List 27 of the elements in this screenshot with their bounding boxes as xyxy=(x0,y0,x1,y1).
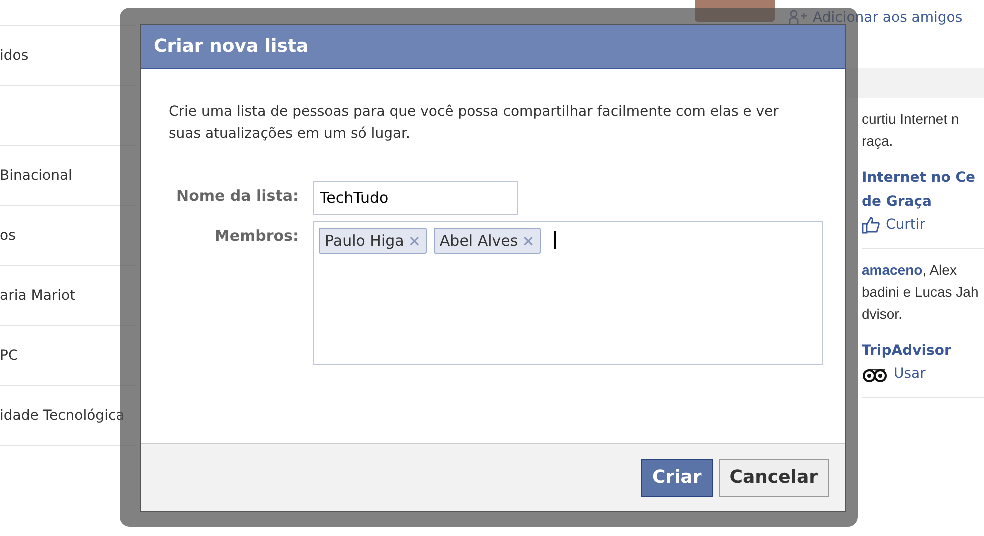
member-token[interactable]: Abel Alves × xyxy=(434,228,541,254)
list-item[interactable]: os xyxy=(0,228,16,244)
page-title-link[interactable]: TripAdvisor xyxy=(862,341,952,361)
thumbs-up-icon xyxy=(862,216,880,234)
feed-text: badini e Lucas Jah xyxy=(862,283,979,301)
action-link[interactable]: Curtir xyxy=(862,216,926,234)
list-item[interactable]: idos xyxy=(0,48,29,64)
feed-text: raça. xyxy=(862,132,894,150)
create-button[interactable]: Criar xyxy=(641,458,713,496)
feed-text: curtiu Internet n xyxy=(862,110,960,128)
page-title-link[interactable]: de Graça xyxy=(862,192,932,212)
list-name-field[interactable]: TechTudo xyxy=(313,181,518,215)
field-label: Membros: xyxy=(214,226,299,247)
page-title-link[interactable]: Internet no Ce xyxy=(862,168,976,188)
members-field[interactable]: Paulo Higa × Abel Alves × xyxy=(313,221,823,365)
cancel-button[interactable]: Cancelar xyxy=(718,458,829,496)
dialog-title: Criar nova lista xyxy=(154,36,309,57)
member-token[interactable]: Paulo Higa × xyxy=(319,228,427,254)
list-item[interactable]: aria Mariot xyxy=(0,288,76,304)
list-item[interactable]: Binacional xyxy=(0,168,72,184)
dialog-description: Crie uma lista de pessoas para que você possa compartilhar facilmente com elas e ver suas atualizações em um só lugar. xyxy=(169,103,780,144)
list-item[interactable]: PC xyxy=(0,348,18,364)
field-label: Nome da lista: xyxy=(176,186,299,207)
action-link[interactable]: Usar xyxy=(862,365,926,383)
feed-text: dvisor. xyxy=(862,305,902,323)
feed-text: amaceno, Alex xyxy=(862,261,957,279)
text-cursor xyxy=(554,231,556,249)
